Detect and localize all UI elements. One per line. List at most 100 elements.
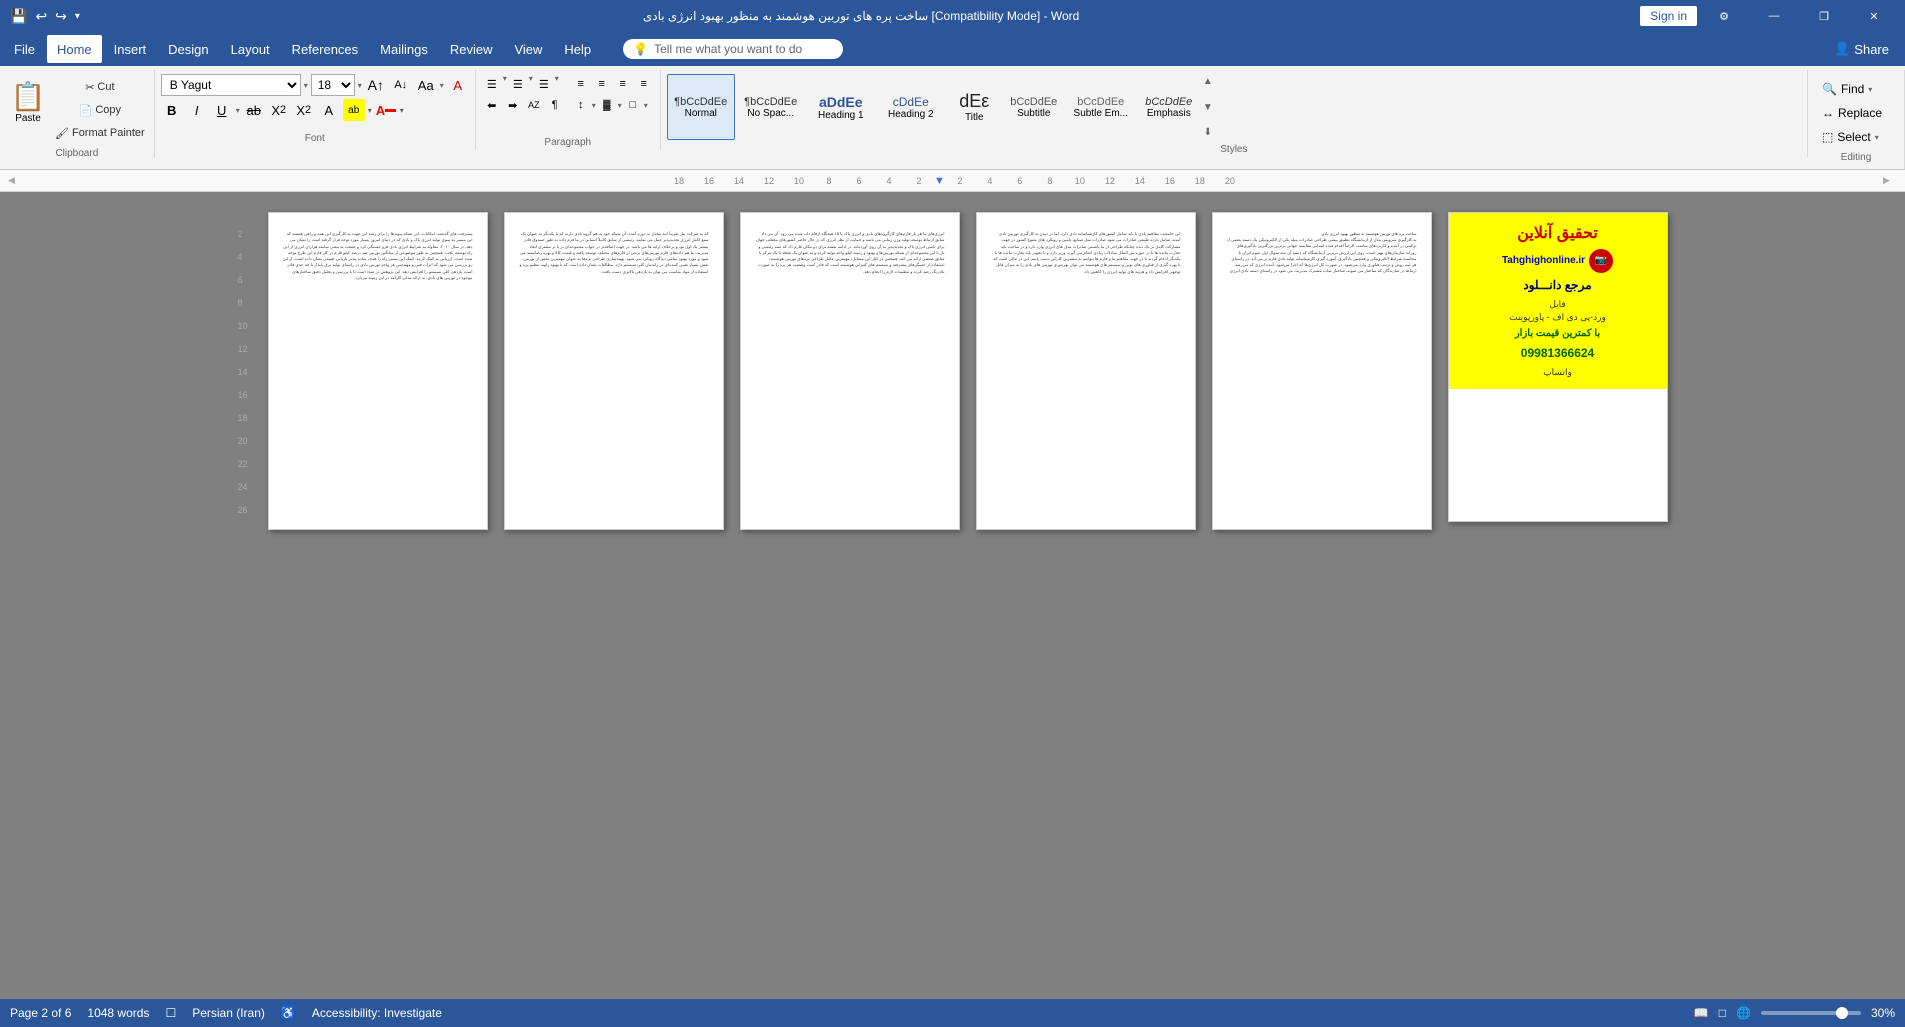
print-layout-icon[interactable]: □ — [1719, 1006, 1726, 1020]
italic-button[interactable]: I — [186, 99, 208, 121]
style-nospace-preview: ¶bCcDdEe — [744, 96, 797, 108]
ribbon-group-paragraph: ☰ ▾ ☰ ▾ ☰ ▾ ⬅ ➡ AZ ¶ ≡ ≡ — [476, 70, 661, 150]
borders-button[interactable]: □ — [623, 95, 643, 115]
customize-quick-access-button[interactable]: ▾ — [73, 9, 82, 24]
style-emphasis-preview: bCcDdEe — [1145, 96, 1192, 108]
indent-increase-button[interactable]: ➡ — [503, 95, 523, 115]
paste-button[interactable]: 📋 Paste — [6, 74, 50, 130]
indent-decrease-button[interactable]: ⬅ — [482, 95, 502, 115]
document-page-4[interactable]: این جامعیت مفاهیم بادی با باید شامل کشور… — [976, 212, 1196, 530]
text-effects-button[interactable]: A — [318, 99, 340, 121]
copy-icon: 📄 — [79, 104, 93, 117]
font-group-label: Font — [161, 129, 469, 146]
format-painter-button[interactable]: 🖌 Format Painter — [52, 122, 148, 144]
document-page-5[interactable]: ساخت پره های توربین هوشمند به منظور بهبو… — [1212, 212, 1432, 530]
minimize-button[interactable]: — — [1751, 0, 1797, 32]
share-button[interactable]: 👤 Share — [1822, 37, 1901, 61]
numbering-button[interactable]: ☰ — [508, 74, 528, 94]
font-size-select[interactable]: 18 — [311, 74, 355, 96]
style-subtle-em[interactable]: bCcDdEe Subtle Em... — [1066, 74, 1136, 140]
style-title[interactable]: dΕε Title — [947, 74, 1002, 140]
vertical-ruler: 2 4 6 8 10 12 14 16 18 20 22 24 26 — [238, 212, 252, 522]
close-button[interactable]: ✕ — [1851, 0, 1897, 32]
restore-button[interactable]: ❐ — [1801, 0, 1847, 32]
undo-button[interactable]: ↩ — [33, 6, 49, 27]
change-case-button[interactable]: Aa — [415, 74, 437, 96]
increase-font-size-button[interactable]: A↑ — [365, 74, 387, 96]
style-subtitle[interactable]: bCcDdEe Subtitle — [1004, 74, 1064, 140]
clear-formatting-button[interactable]: A — [447, 74, 469, 96]
decrease-font-size-button[interactable]: A↓ — [390, 74, 412, 96]
line-spacing-dropdown-arrow: ▾ — [592, 101, 596, 110]
menu-bar: File Home Insert Design Layout Reference… — [0, 32, 1905, 66]
style-heading2[interactable]: cDdEe Heading 2 — [877, 74, 945, 140]
read-mode-icon[interactable]: 📖 — [1694, 1006, 1709, 1020]
style-normal-label: Normal — [685, 108, 717, 119]
menu-view[interactable]: View — [504, 35, 552, 63]
align-justify-button[interactable]: ≡ — [634, 74, 654, 94]
align-left-button[interactable]: ≡ — [571, 74, 591, 94]
menu-insert[interactable]: Insert — [104, 35, 157, 63]
redo-button[interactable]: ↪ — [53, 6, 69, 27]
font-name-select[interactable]: B Yagut — [161, 74, 301, 96]
editing-group-label: Editing — [1816, 148, 1896, 165]
document-area[interactable]: 2 4 6 8 10 12 14 16 18 20 22 24 26 پیشرف… — [0, 192, 1905, 1013]
highlight-color-button[interactable]: ab — [343, 99, 365, 121]
font-row2: B I U ▾ ab X2 X2 A ab ▾ A ▾ — [161, 99, 404, 121]
menu-help[interactable]: Help — [554, 35, 601, 63]
menu-review[interactable]: Review — [440, 35, 503, 63]
align-center-button[interactable]: ≡ — [592, 74, 612, 94]
zoom-thumb[interactable] — [1836, 1007, 1848, 1019]
tell-me-input[interactable]: 💡 Tell me what you want to do — [623, 39, 843, 59]
shading-button[interactable]: ▓ — [597, 95, 617, 115]
menu-mailings[interactable]: Mailings — [370, 35, 438, 63]
sort-button[interactable]: AZ — [524, 95, 544, 115]
menu-layout[interactable]: Layout — [221, 35, 280, 63]
styles-more-button[interactable]: ⬇ — [1200, 127, 1216, 138]
page-content-2: که به شرکت نیاز تقریباً اینه مقدار به دو… — [519, 231, 709, 511]
menu-references[interactable]: References — [282, 35, 368, 63]
title-left: 💾 ↩ ↪ ▾ — [8, 6, 82, 27]
ad-url: Tahghighonline.ir — [1502, 254, 1585, 268]
sign-in-button[interactable]: Sign in — [1640, 6, 1697, 26]
bullets-button[interactable]: ☰ — [482, 74, 502, 94]
underline-button[interactable]: U — [211, 99, 233, 121]
document-page-2[interactable]: که به شرکت نیاز تقریباً اینه مقدار به دو… — [504, 212, 724, 530]
multilevel-list-button[interactable]: ☰ — [534, 74, 554, 94]
cut-button[interactable]: ✂ Cut — [52, 76, 148, 98]
select-button[interactable]: ⬚ Select ▾ — [1816, 126, 1896, 148]
menu-design[interactable]: Design — [158, 35, 218, 63]
copy-button[interactable]: 📄 Copy — [52, 99, 148, 121]
style-emphasis[interactable]: bCcDdEe Emphasis — [1138, 74, 1200, 140]
menu-file[interactable]: File — [4, 35, 45, 63]
ruler-right-marker: ▶ — [1883, 175, 1897, 186]
find-button[interactable]: 🔍 Find ▾ — [1816, 78, 1896, 100]
zoom-slider[interactable] — [1761, 1011, 1861, 1015]
show-paragraph-button[interactable]: ¶ — [545, 95, 565, 115]
bold-button[interactable]: B — [161, 99, 183, 121]
strikethrough-button[interactable]: ab — [243, 99, 265, 121]
menu-home[interactable]: Home — [47, 35, 102, 63]
web-layout-icon[interactable]: 🌐 — [1736, 1006, 1751, 1020]
styles-scroll-up[interactable]: ▲ — [1200, 76, 1216, 87]
document-page-3[interactable]: انرژی‌های ما هر بار فارم‌های کارگروه‌های… — [740, 212, 960, 530]
style-subtleem-preview: bCcDdEe — [1077, 96, 1124, 108]
save-button[interactable]: 💾 — [8, 6, 29, 27]
settings-icon[interactable]: ⚙ — [1701, 0, 1747, 32]
superscript-button[interactable]: X2 — [293, 99, 315, 121]
style-no-spacing[interactable]: ¶bCcDdEe No Spac... — [737, 74, 805, 140]
document-page-1[interactable]: پیشرفت های گذشته، امکانات، این شبکه پیون… — [268, 212, 488, 530]
ribbon-group-clipboard: 📋 Paste ✂ Cut 📄 Copy 🖌 Format Painter — [0, 70, 155, 158]
styles-group-label: Styles — [667, 140, 1801, 157]
subscript-button[interactable]: X2 — [268, 99, 290, 121]
style-heading1[interactable]: aDdEe Heading 1 — [807, 74, 875, 140]
style-normal[interactable]: ¶bCcDdEe Normal — [667, 74, 735, 140]
page-text-1: پیشرفت های گذشته، امکانات، این شبکه پیون… — [283, 231, 473, 281]
font-color-button[interactable]: A — [375, 99, 397, 121]
replace-button[interactable]: ↔ Replace — [1816, 102, 1896, 124]
status-right: 📖 □ 🌐 30% — [1694, 1006, 1895, 1020]
ruler-numbers: 18 16 14 12 10 8 6 4 2 ▼ 2 4 6 8 10 12 1… — [26, 175, 1883, 187]
line-spacing-button[interactable]: ↕ — [571, 95, 591, 115]
align-right-button[interactable]: ≡ — [613, 74, 633, 94]
styles-scroll-down[interactable]: ▼ — [1200, 102, 1216, 113]
